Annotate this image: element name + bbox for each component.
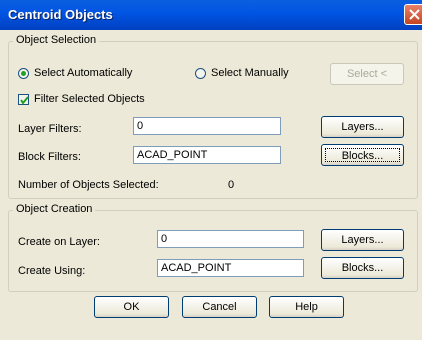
create-on-layer-input[interactable]: 0 <box>157 230 304 248</box>
select-automatically-text: Select Automatically <box>34 67 133 79</box>
filter-selected-objects-label[interactable]: Filter Selected Objects <box>34 93 145 105</box>
select-automatically-label[interactable]: Select Automatically <box>34 67 132 79</box>
block-filters-label: Block Filters: <box>18 151 81 163</box>
ok-button[interactable]: OK <box>94 296 169 318</box>
block-filters-blocks-button[interactable]: Blocks... <box>321 144 404 166</box>
object-creation-legend: Object Creation <box>13 203 96 215</box>
create-using-label: Create Using: <box>18 265 86 277</box>
blocks-button-label: Blocks... <box>325 148 400 162</box>
checkmark-icon <box>20 96 29 105</box>
layer-filters-layers-button[interactable]: Layers... <box>321 116 404 138</box>
close-button[interactable] <box>404 4 422 25</box>
layer-filters-input[interactable]: 0 <box>133 117 281 135</box>
select-button[interactable]: Select < <box>330 63 404 85</box>
select-manually-radio[interactable] <box>195 68 206 79</box>
create-on-layer-label: Create on Layer: <box>18 236 100 248</box>
objects-selected-label: Number of Objects Selected: <box>18 179 159 191</box>
objects-selected-count: 0 <box>228 179 235 191</box>
create-using-input[interactable]: ACAD_POINT <box>157 259 304 277</box>
select-automatically-radio[interactable] <box>18 68 29 79</box>
create-blocks-button[interactable]: Blocks... <box>321 257 404 279</box>
select-manually-label[interactable]: Select Manually <box>211 67 289 79</box>
close-icon <box>409 9 420 20</box>
object-selection-legend: Object Selection <box>13 34 100 46</box>
block-filters-input[interactable]: ACAD_POINT <box>133 146 281 164</box>
help-button[interactable]: Help <box>269 296 344 318</box>
layer-filters-label: Layer Filters: <box>18 123 82 135</box>
dialog-window: Centroid Objects Object Selection Select… <box>0 0 422 340</box>
title-bar[interactable]: Centroid Objects <box>0 0 422 30</box>
cancel-button[interactable]: Cancel <box>182 296 257 318</box>
object-creation-group <box>8 210 418 292</box>
filter-selected-objects-checkbox[interactable] <box>18 94 29 105</box>
window-title: Centroid Objects <box>8 7 113 22</box>
create-layers-button[interactable]: Layers... <box>321 229 404 251</box>
